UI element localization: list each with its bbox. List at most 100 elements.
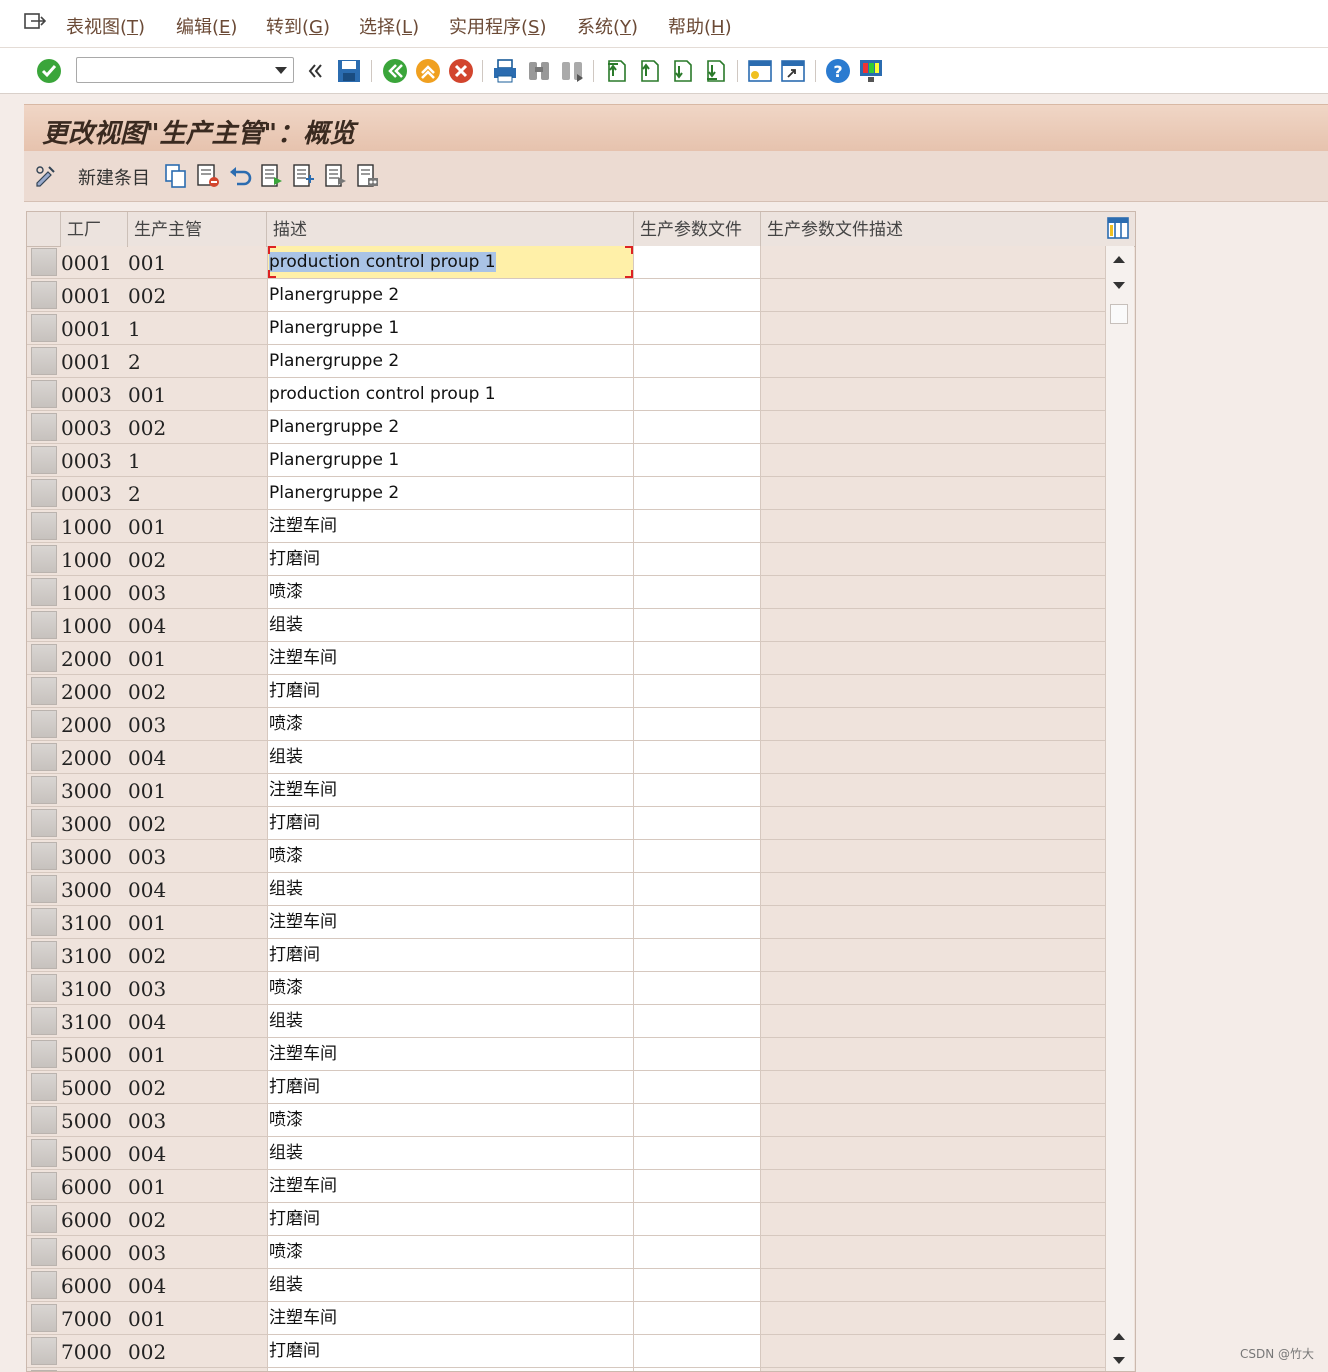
menu-toggle-icon[interactable] bbox=[24, 12, 46, 32]
profile-input[interactable] bbox=[634, 1104, 761, 1136]
description-input[interactable]: 喷漆 bbox=[267, 1236, 634, 1268]
table-settings-icon[interactable] bbox=[1107, 217, 1129, 239]
description-input[interactable]: production control proup 1 bbox=[267, 246, 634, 278]
profile-input[interactable] bbox=[634, 675, 761, 707]
description-input[interactable]: 组装 bbox=[267, 609, 634, 641]
row-selector[interactable] bbox=[31, 314, 57, 342]
profile-input[interactable] bbox=[634, 1368, 761, 1371]
select-block-icon[interactable] bbox=[292, 163, 316, 189]
row-selector[interactable] bbox=[31, 842, 57, 870]
description-input[interactable]: 组装 bbox=[267, 741, 634, 773]
row-selector[interactable] bbox=[31, 479, 57, 507]
description-input[interactable]: 组装 bbox=[267, 873, 634, 905]
find-next-icon[interactable] bbox=[559, 58, 585, 84]
row-selector[interactable] bbox=[31, 1271, 57, 1299]
description-input[interactable]: 打磨间 bbox=[267, 1071, 634, 1103]
profile-input[interactable] bbox=[634, 807, 761, 839]
chevron-down-icon[interactable] bbox=[275, 67, 287, 74]
profile-input[interactable] bbox=[634, 939, 761, 971]
description-input[interactable]: 喷漆 bbox=[267, 576, 634, 608]
description-input[interactable]: 组装 bbox=[267, 1269, 634, 1301]
description-input[interactable]: 喷漆 bbox=[267, 708, 634, 740]
row-selector[interactable] bbox=[31, 941, 57, 969]
row-selector[interactable] bbox=[31, 1040, 57, 1068]
profile-input[interactable] bbox=[634, 1071, 761, 1103]
deselect-all-icon[interactable] bbox=[324, 163, 348, 189]
profile-input[interactable] bbox=[634, 1335, 761, 1367]
row-selector[interactable] bbox=[31, 809, 57, 837]
description-input[interactable]: 组装 bbox=[267, 1005, 634, 1037]
column-header-description[interactable]: 描述 bbox=[267, 212, 634, 246]
profile-input[interactable] bbox=[634, 279, 761, 311]
scroll-bottom-icon[interactable] bbox=[1113, 1357, 1125, 1364]
profile-input[interactable] bbox=[634, 972, 761, 1004]
row-selector[interactable] bbox=[31, 908, 57, 936]
profile-input[interactable] bbox=[634, 345, 761, 377]
menu-item-5[interactable]: 系统(Y) bbox=[577, 13, 638, 39]
description-input[interactable]: 注塑车间 bbox=[267, 1170, 634, 1202]
profile-input[interactable] bbox=[634, 1236, 761, 1268]
profile-input[interactable] bbox=[634, 312, 761, 344]
cancel-icon[interactable] bbox=[448, 58, 474, 84]
profile-input[interactable] bbox=[634, 873, 761, 905]
description-input[interactable]: 打磨间 bbox=[267, 1335, 634, 1367]
description-input[interactable]: 喷漆 bbox=[267, 972, 634, 1004]
first-page-icon[interactable] bbox=[603, 58, 629, 84]
row-selector[interactable] bbox=[31, 413, 57, 441]
description-input[interactable]: 注塑车间 bbox=[267, 510, 634, 542]
display-change-icon[interactable] bbox=[34, 163, 58, 189]
profile-input[interactable] bbox=[634, 906, 761, 938]
row-selector[interactable] bbox=[31, 1139, 57, 1167]
menu-item-4[interactable]: 实用程序(S) bbox=[449, 13, 547, 39]
scroll-down-icon[interactable] bbox=[1113, 282, 1125, 289]
row-selector[interactable] bbox=[31, 446, 57, 474]
exit-icon[interactable] bbox=[415, 58, 441, 84]
profile-input[interactable] bbox=[634, 741, 761, 773]
profile-input[interactable] bbox=[634, 576, 761, 608]
profile-input[interactable] bbox=[634, 1269, 761, 1301]
row-selector[interactable] bbox=[31, 512, 57, 540]
previous-page-icon[interactable] bbox=[636, 58, 662, 84]
row-selector[interactable] bbox=[31, 1238, 57, 1266]
row-selector[interactable] bbox=[31, 1205, 57, 1233]
back-icon[interactable] bbox=[382, 58, 408, 84]
description-input[interactable]: 注塑车间 bbox=[267, 642, 634, 674]
scrollbar-thumb[interactable] bbox=[1110, 304, 1128, 324]
row-selector[interactable] bbox=[31, 611, 57, 639]
print-field-list-icon[interactable] bbox=[356, 163, 380, 189]
undo-icon[interactable] bbox=[228, 163, 252, 189]
row-selector[interactable] bbox=[31, 743, 57, 771]
description-input[interactable]: Planergruppe 2 bbox=[267, 411, 634, 443]
find-icon[interactable] bbox=[526, 58, 552, 84]
description-input[interactable]: 喷漆 bbox=[267, 1104, 634, 1136]
description-input[interactable]: 打磨间 bbox=[267, 543, 634, 575]
description-input[interactable]: 注塑车间 bbox=[267, 774, 634, 806]
profile-input[interactable] bbox=[634, 708, 761, 740]
menu-item-2[interactable]: 转到(G) bbox=[266, 13, 330, 39]
shortcut-icon[interactable] bbox=[780, 58, 806, 84]
last-page-icon[interactable] bbox=[702, 58, 728, 84]
double-chevron-left-icon[interactable] bbox=[306, 58, 324, 84]
column-header-profile-description[interactable]: 生产参数文件描述 bbox=[761, 212, 1105, 246]
profile-input[interactable] bbox=[634, 246, 761, 278]
row-selector[interactable] bbox=[31, 1304, 57, 1332]
profile-input[interactable] bbox=[634, 510, 761, 542]
create-session-icon[interactable] bbox=[747, 58, 773, 84]
profile-input[interactable] bbox=[634, 543, 761, 575]
row-selector[interactable] bbox=[31, 380, 57, 408]
row-selector[interactable] bbox=[31, 1106, 57, 1134]
customize-layout-icon[interactable] bbox=[858, 58, 884, 84]
row-selector[interactable] bbox=[31, 248, 57, 276]
row-selector[interactable] bbox=[31, 710, 57, 738]
profile-input[interactable] bbox=[634, 1005, 761, 1037]
row-selector[interactable] bbox=[31, 776, 57, 804]
description-input[interactable]: 注塑车间 bbox=[267, 906, 634, 938]
description-input[interactable]: Planergruppe 2 bbox=[267, 477, 634, 509]
profile-input[interactable] bbox=[634, 1170, 761, 1202]
next-page-icon[interactable] bbox=[669, 58, 695, 84]
profile-input[interactable] bbox=[634, 609, 761, 641]
save-icon[interactable] bbox=[336, 58, 362, 84]
row-selector[interactable] bbox=[31, 1073, 57, 1101]
profile-input[interactable] bbox=[634, 1302, 761, 1334]
enter-icon[interactable] bbox=[36, 58, 62, 84]
